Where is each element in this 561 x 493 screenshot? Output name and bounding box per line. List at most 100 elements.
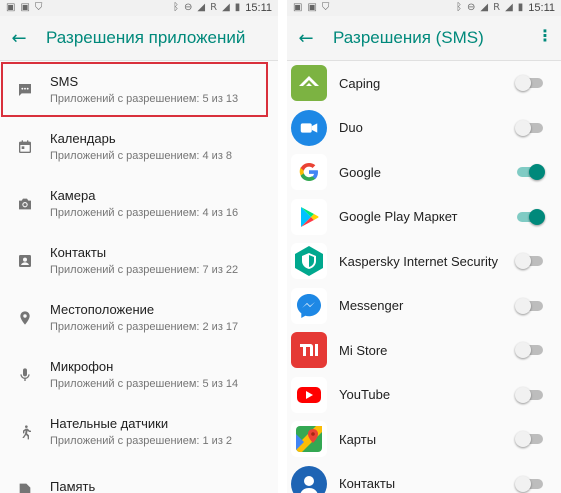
signal-icon: ◢ (197, 2, 206, 13)
permission-toggle[interactable] (515, 208, 545, 225)
kaspersky-app-icon (291, 243, 327, 280)
permission-item-location[interactable]: Местоположение Приложений с разрешением: … (0, 289, 278, 346)
battery-icon: ▮ (517, 2, 524, 13)
permission-count: Приложений с разрешением: 1 из 2 (50, 435, 233, 447)
app-row-google[interactable]: Google (287, 150, 561, 195)
back-arrow-icon[interactable]: ← (287, 28, 325, 49)
app-row-messenger[interactable]: Messenger (287, 284, 561, 329)
app-name: Карты (339, 431, 377, 447)
app-name: Google Play Маркет (339, 209, 458, 225)
app-row-duo[interactable]: Duo (287, 106, 561, 151)
status-bar: ▣ ▣ ⛉ ᛒ ⊖ ◢ R ◢ ▮ 15:11 (287, 0, 561, 16)
storage-icon (0, 481, 50, 493)
contacts-app-icon (291, 465, 327, 493)
app-name: Mi Store (339, 342, 388, 358)
app-row-caping[interactable]: Caping (287, 61, 561, 106)
permission-item-calendar[interactable]: Календарь Приложений с разрешением: 4 из … (0, 118, 278, 175)
more-options-icon[interactable]: ⋮ (537, 28, 553, 44)
permission-name: Микрофон (50, 359, 114, 374)
permission-name: Память (50, 479, 96, 493)
signal-icon: ◢ (480, 2, 489, 13)
permission-count: Приложений с разрешением: 4 из 8 (50, 150, 233, 162)
sms-permission-screen: ▣ ▣ ⛉ ᛒ ⊖ ◢ R ◢ ▮ 15:11 ← Разрешения (SM… (287, 0, 561, 493)
body-sensors-icon (0, 424, 50, 440)
permission-item-contacts[interactable]: Контакты Приложений с разрешением: 7 из 2… (0, 232, 278, 289)
permission-toggle[interactable] (515, 342, 545, 359)
app-permissions-screen: ▣ ▣ ⛉ ᛒ ⊖ ◢ R ◢ ▮ 15:11 ← Разрешения при… (0, 0, 278, 493)
permission-toggle[interactable] (515, 297, 545, 314)
signal-icon: ◢ (505, 2, 513, 13)
permission-toggle[interactable] (515, 253, 545, 270)
duo-app-icon (291, 109, 327, 146)
permission-item-sms[interactable]: SMS Приложений с разрешением: 5 из 13 (0, 61, 269, 118)
permission-toggle[interactable] (515, 386, 545, 403)
app-name: Контакты (339, 476, 396, 492)
messenger-app-icon (291, 287, 327, 324)
permission-toggle[interactable] (515, 119, 545, 136)
google-play-app-icon (291, 198, 327, 235)
permission-toggle[interactable] (515, 164, 545, 181)
permission-name: SMS (50, 74, 79, 89)
app-name: Messenger (339, 298, 404, 314)
image-icon: ▣ (293, 2, 303, 13)
camera-icon (0, 196, 50, 212)
image-icon: ▣ (307, 2, 317, 13)
clock: 15:11 (245, 2, 272, 14)
permission-toggle[interactable] (515, 475, 545, 492)
permission-count: Приложений с разрешением: 7 из 22 (50, 264, 239, 276)
permission-item-camera[interactable]: Камера Приложений с разрешением: 4 из 16 (0, 175, 278, 232)
back-arrow-icon[interactable]: ← (0, 28, 38, 49)
caping-app-icon (291, 65, 327, 102)
permission-name: Местоположение (50, 302, 155, 317)
page-title: Разрешения (SMS) (333, 28, 484, 47)
app-bar: ← Разрешения приложений (0, 16, 278, 61)
shield-icon: ⛉ (34, 2, 43, 13)
app-bar: ← Разрешения (SMS) ⋮ (287, 16, 561, 61)
permission-count: Приложений с разрешением: 5 из 14 (50, 378, 239, 390)
contacts-icon (0, 253, 50, 269)
permission-name: Контакты (50, 245, 107, 260)
permission-toggle[interactable] (515, 75, 545, 92)
microphone-icon (0, 367, 50, 383)
permission-count: Приложений с разрешением: 2 из 17 (50, 321, 239, 333)
app-name: Caping (339, 75, 381, 91)
permission-name: Нательные датчики (50, 416, 169, 431)
screenshot-divider (278, 0, 287, 493)
permission-item-body-sensors[interactable]: Нательные датчики Приложений с разрешение… (0, 403, 278, 460)
permission-name: Календарь (50, 131, 116, 146)
mi-store-app-icon (291, 332, 327, 369)
permission-name: Камера (50, 188, 96, 203)
app-row-maps[interactable]: Карты (287, 417, 561, 462)
app-row-contacts[interactable]: Контакты (287, 462, 561, 493)
app-row-mi-store[interactable]: Mi Store (287, 328, 561, 373)
image-icon: ▣ (20, 2, 30, 13)
bluetooth-icon: ᛒ (173, 2, 180, 13)
do-not-disturb-icon: ⊖ (467, 2, 476, 13)
permission-toggle[interactable] (515, 431, 545, 448)
app-row-kaspersky[interactable]: Kaspersky Internet Security (287, 239, 561, 284)
sms-icon (0, 82, 50, 98)
permission-count: Приложений с разрешением: 5 из 13 (50, 93, 239, 105)
youtube-app-icon (291, 376, 327, 413)
battery-icon: ▮ (234, 2, 241, 13)
roaming-indicator: R (493, 2, 501, 13)
calendar-icon (0, 139, 50, 155)
app-name: Duo (339, 120, 363, 136)
image-icon: ▣ (6, 2, 16, 13)
app-name: Kaspersky Internet Security (339, 253, 498, 269)
app-row-google-play[interactable]: Google Play Маркет (287, 195, 561, 240)
permission-item-microphone[interactable]: Микрофон Приложений с разрешением: 5 из 1… (0, 346, 278, 403)
maps-app-icon (291, 421, 327, 458)
app-name: YouTube (339, 387, 391, 403)
permission-item-storage[interactable]: Память (0, 460, 278, 493)
app-permission-list: Caping Duo Google Google Play Маркет Kas… (287, 61, 561, 493)
permission-count: Приложений с разрешением: 4 из 16 (50, 207, 239, 219)
app-row-youtube[interactable]: YouTube (287, 373, 561, 418)
google-app-icon (291, 154, 327, 191)
status-bar: ▣ ▣ ⛉ ᛒ ⊖ ◢ R ◢ ▮ 15:11 (0, 0, 278, 16)
app-name: Google (339, 164, 381, 180)
do-not-disturb-icon: ⊖ (184, 2, 193, 13)
permission-list: SMS Приложений с разрешением: 5 из 13 Кал… (0, 61, 278, 493)
page-title: Разрешения приложений (46, 28, 246, 47)
roaming-indicator: R (210, 2, 218, 13)
